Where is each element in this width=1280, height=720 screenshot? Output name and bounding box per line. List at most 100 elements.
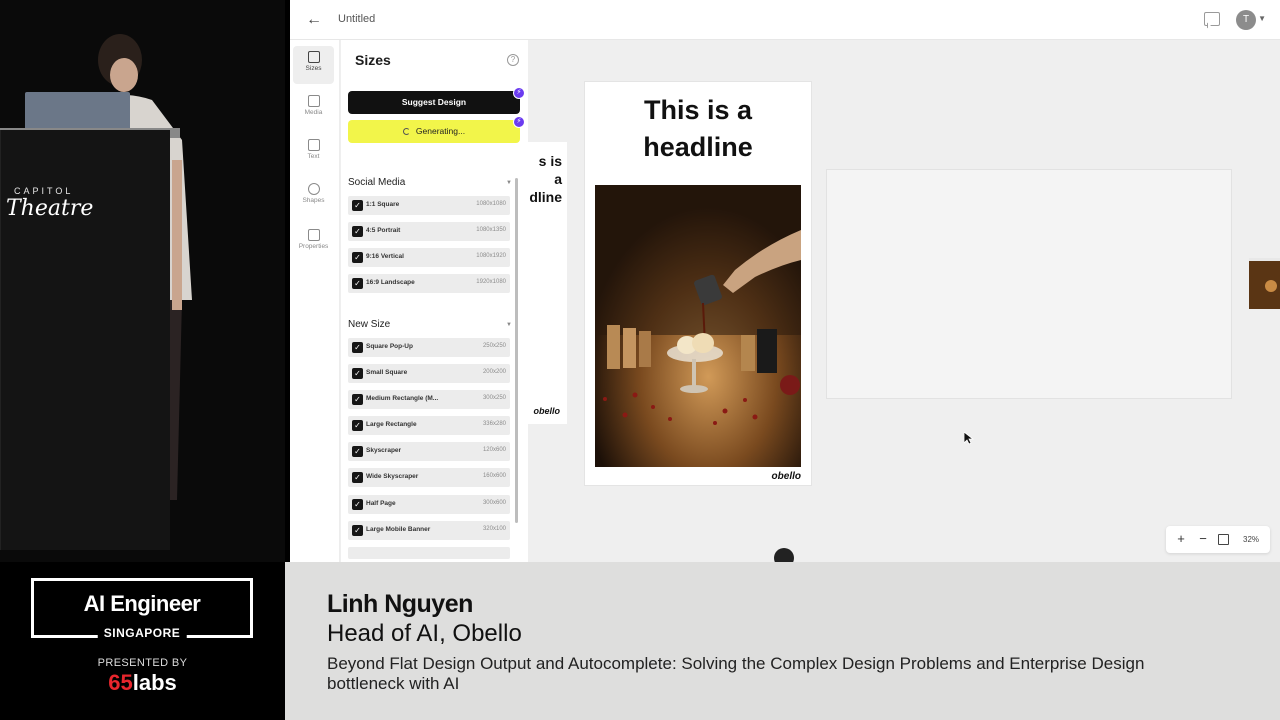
- artboard-offscreen[interactable]: [1249, 258, 1280, 309]
- checkbox-checked[interactable]: ✓: [352, 252, 363, 263]
- artboard-headline[interactable]: This is a headline: [585, 92, 811, 166]
- headline-line: headline: [643, 132, 753, 162]
- headline-line: This is a: [643, 95, 753, 125]
- size-row[interactable]: ✓ Large Rectangle 336x280: [348, 416, 510, 435]
- checkbox-checked[interactable]: ✓: [352, 394, 363, 405]
- product-photo[interactable]: [595, 185, 801, 467]
- suggest-design-button[interactable]: Suggest Design: [348, 91, 520, 114]
- size-row[interactable]: ✓ Square Pop-Up 250x250: [348, 338, 510, 357]
- rail-label: Media: [304, 109, 323, 116]
- rail-item-shapes[interactable]: Shapes: [293, 178, 334, 216]
- text-icon: [307, 139, 320, 151]
- comment-icon[interactable]: [1204, 12, 1220, 26]
- size-name: Small Square: [366, 369, 408, 376]
- back-arrow-icon[interactable]: ←: [304, 10, 324, 30]
- size-row[interactable]: ✓ Medium Rectangle (M... 300x250: [348, 390, 510, 409]
- size-dims: 300x600: [482, 500, 506, 506]
- presented-by: PRESENTED BY: [97, 657, 188, 669]
- spinner-icon: [402, 128, 410, 135]
- section-title-new-size[interactable]: New Size: [348, 319, 390, 330]
- shapes-icon: [307, 183, 320, 195]
- size-name: Medium Rectangle (M...: [366, 395, 439, 402]
- rail-item-text[interactable]: Text: [293, 134, 334, 172]
- sponsor-number: 65: [108, 670, 133, 695]
- size-dims: 120x600: [482, 447, 506, 453]
- panel-scrollbar[interactable]: [515, 178, 518, 523]
- checkbox-checked[interactable]: ✓: [352, 200, 363, 211]
- size-dims: 250x250: [482, 343, 506, 349]
- sizes-icon: [307, 51, 320, 63]
- size-row[interactable]: ✓ 16:9 Landscape 1920x1080: [348, 274, 510, 293]
- size-row[interactable]: ✓ 1:1 Square 1080x1080: [348, 196, 510, 215]
- size-row[interactable]: ✓ 9:16 Vertical 1080x1920: [348, 248, 510, 267]
- size-name: Half Page: [366, 500, 396, 507]
- event-title: AI Engineer: [83, 591, 201, 616]
- event-location: SINGAPORE: [97, 626, 187, 640]
- design-app-window: ← Untitled T ▼ Sizes Media Text Shapes P…: [290, 0, 1280, 562]
- size-name: Skyscraper: [366, 447, 402, 454]
- rail-item-sizes[interactable]: Sizes: [293, 46, 334, 84]
- size-row[interactable]: ✓ Wide Skyscraper 160x600: [348, 468, 510, 487]
- size-row[interactable]: ✓ 4:5 Portrait 1080x1350: [348, 222, 510, 241]
- size-dims: 160x600: [482, 473, 506, 479]
- chevron-down-icon[interactable]: ▼: [1258, 14, 1266, 23]
- rail-label: Shapes: [302, 197, 325, 204]
- size-dims: 1080x1350: [476, 227, 506, 233]
- speaker-name: Linh Nguyen: [327, 590, 473, 618]
- checkbox-checked[interactable]: ✓: [352, 368, 363, 379]
- size-name: 4:5 Portrait: [366, 227, 401, 234]
- size-name: Square Pop-Up: [366, 343, 413, 350]
- design-canvas[interactable]: s is a dline obello This is a headline o…: [528, 40, 1280, 562]
- dessert-photo-image: [595, 185, 801, 467]
- checkbox-checked[interactable]: ✓: [352, 525, 363, 536]
- document-title[interactable]: Untitled: [338, 13, 375, 25]
- rail-item-properties[interactable]: Properties: [293, 224, 334, 262]
- panel-title: Sizes: [355, 52, 391, 68]
- size-name: Large Rectangle: [366, 421, 417, 428]
- size-row-partial[interactable]: [348, 547, 510, 559]
- size-row[interactable]: ✓ Skyscraper 120x600: [348, 442, 510, 461]
- size-row[interactable]: ✓ Large Mobile Banner 320x100: [348, 521, 510, 540]
- zoom-controls: + − 32%: [1166, 526, 1270, 553]
- rail-label: Properties: [298, 243, 329, 250]
- rail-item-media[interactable]: Media: [293, 90, 334, 128]
- sizes-panel: Sizes ? Suggest Design ⚡ Generating... ⚡…: [341, 40, 528, 562]
- zoom-out-button[interactable]: −: [1194, 530, 1212, 548]
- checkbox-checked[interactable]: ✓: [352, 420, 363, 431]
- zoom-in-button[interactable]: +: [1172, 530, 1190, 548]
- zoom-level[interactable]: 32%: [1243, 535, 1259, 544]
- artboard-partial[interactable]: s is a dline obello: [528, 142, 567, 424]
- rail-label: Text: [307, 153, 320, 160]
- checkbox-checked[interactable]: ✓: [352, 446, 363, 457]
- podium-text-theatre: Theatre: [6, 196, 94, 221]
- properties-icon: [307, 229, 320, 241]
- artboard-landscape-empty[interactable]: [827, 170, 1231, 398]
- artboard-portrait[interactable]: This is a headline obello: [585, 82, 811, 485]
- checkbox-checked[interactable]: ✓: [352, 472, 363, 483]
- obello-logo: obello: [771, 471, 801, 482]
- size-name: 16:9 Landscape: [366, 279, 415, 286]
- caret-icon[interactable]: ▼: [506, 180, 512, 186]
- assistant-fab-icon[interactable]: [774, 548, 794, 562]
- caret-icon[interactable]: ▼: [506, 322, 512, 328]
- checkbox-checked[interactable]: ✓: [352, 226, 363, 237]
- talk-title: Beyond Flat Design Output and Autocomple…: [327, 654, 1145, 693]
- sponsor-word: labs: [132, 670, 177, 695]
- fit-screen-icon[interactable]: [1218, 534, 1229, 545]
- ai-badge-icon: ⚡: [513, 116, 525, 128]
- generating-label: Generating...: [415, 126, 466, 136]
- checkbox-checked[interactable]: ✓: [352, 278, 363, 289]
- generating-button[interactable]: Generating...: [348, 120, 520, 143]
- checkbox-checked[interactable]: ✓: [352, 342, 363, 353]
- speaker-video: CAPITOL Theatre: [0, 0, 285, 562]
- size-row[interactable]: ✓ Small Square 200x200: [348, 364, 510, 383]
- checkbox-checked[interactable]: ✓: [352, 499, 363, 510]
- speaker-info: Linh Nguyen Head of AI, Obello Beyond Fl…: [285, 562, 1280, 720]
- help-icon[interactable]: ?: [507, 54, 519, 66]
- section-title-social-media[interactable]: Social Media: [348, 177, 405, 188]
- size-row[interactable]: ✓ Half Page 300x600: [348, 495, 510, 514]
- user-avatar[interactable]: T: [1236, 10, 1256, 30]
- headline-line: s is a: [538, 153, 562, 187]
- video-frame: CAPITOL Theatre ← Untitled T ▼ Sizes Med…: [0, 0, 1280, 720]
- obello-logo: obello: [533, 406, 561, 416]
